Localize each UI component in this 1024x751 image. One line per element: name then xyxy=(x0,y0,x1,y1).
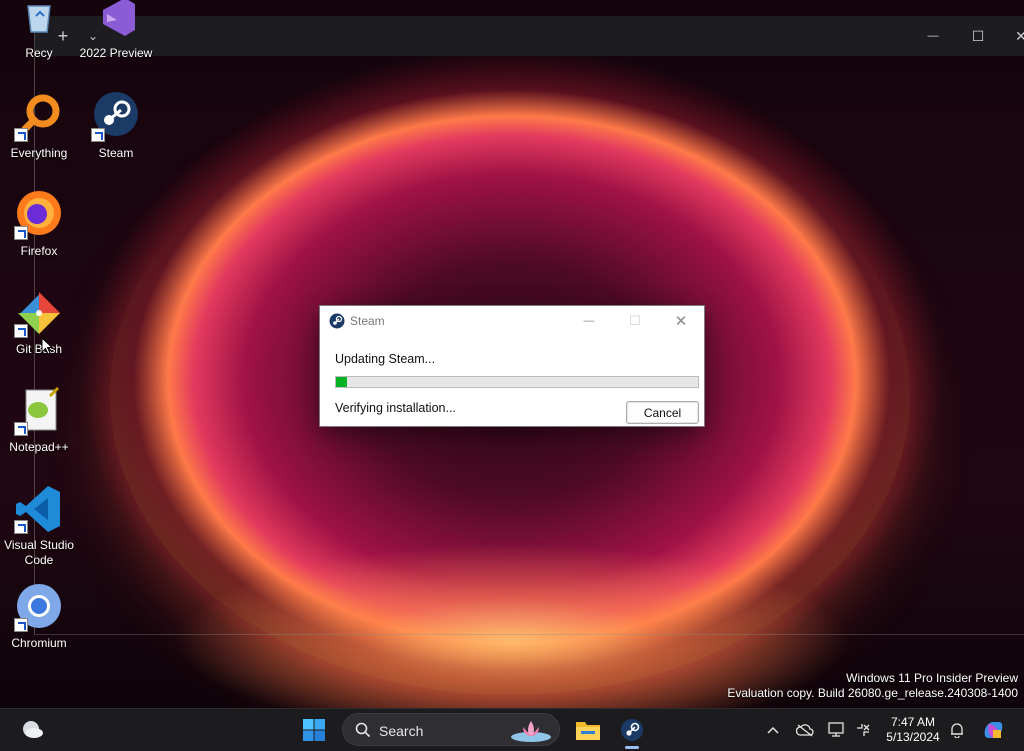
terminal-minimize-button[interactable]: — xyxy=(913,16,953,56)
desktop-icon-chromium[interactable]: Chromium xyxy=(2,582,76,651)
search-icon xyxy=(355,722,371,738)
weather-cloud-icon xyxy=(23,721,43,738)
onedrive-tray-button[interactable] xyxy=(792,709,818,751)
dialog-minimize-button[interactable]: — xyxy=(566,306,612,336)
shortcut-arrow-icon xyxy=(14,324,28,338)
firefox-icon xyxy=(14,190,64,240)
desktop-icon-label: Steam xyxy=(98,146,134,160)
clock-date: 5/13/2024 xyxy=(886,730,940,744)
desktop-icon-notepad-plus-plus[interactable]: Notepad++ xyxy=(2,386,76,455)
copilot-icon xyxy=(984,722,1003,738)
dialog-maximize-button: ☐ xyxy=(629,313,641,328)
chromium-icon xyxy=(14,582,64,632)
desktop-icon-label: Chromium xyxy=(11,636,67,650)
file-explorer-button[interactable] xyxy=(568,709,608,751)
copilot-button[interactable] xyxy=(978,709,1008,751)
shortcut-arrow-icon xyxy=(14,520,28,534)
shortcut-arrow-icon xyxy=(14,226,28,240)
taskbar: Search 7:47 AM 5/13/2024 xyxy=(0,708,1024,751)
terminal-close-button[interactable]: ✕ xyxy=(1001,16,1024,56)
shortcut-arrow-icon xyxy=(14,422,28,436)
desktop-icon-everything[interactable]: Everything xyxy=(2,92,76,161)
desktop-icon-label: Notepad++ xyxy=(9,440,69,454)
desktop-icon-vscode[interactable]: Visual Studio Code xyxy=(2,484,76,568)
shortcut-arrow-icon xyxy=(14,128,28,142)
desktop-icon-git-bash[interactable]: Git Bash xyxy=(2,288,76,357)
taskbar-search-box[interactable]: Search xyxy=(342,713,560,746)
visual-studio-icon xyxy=(91,0,141,42)
mouse-cursor-icon xyxy=(41,337,53,355)
notepad-plus-plus-icon xyxy=(14,386,64,436)
watermark-line-edition: Windows 11 Pro Insider Preview xyxy=(846,671,1018,685)
desktop-icon-recycle-bin[interactable]: Recy xyxy=(2,0,76,61)
dialog-titlebar[interactable]: Steam — ☐ ✕ xyxy=(320,306,704,336)
notification-bell-icon xyxy=(951,723,963,738)
weather-widget-button[interactable] xyxy=(12,709,52,751)
steam-icon xyxy=(621,719,643,741)
active-app-indicator xyxy=(625,746,639,749)
desktop-icon-label: Visual Studio Code xyxy=(4,538,74,567)
search-label: Search xyxy=(379,723,424,739)
desktop-icon-label: Recy xyxy=(25,46,53,60)
update-progress-bar xyxy=(335,376,699,388)
desktop-icon-label: 2022 Preview xyxy=(79,46,153,60)
terminal-maximize-button[interactable]: ☐ xyxy=(958,16,998,56)
progress-fill xyxy=(336,377,347,387)
display-icon xyxy=(828,722,844,737)
shortcut-arrow-icon xyxy=(14,618,28,632)
dialog-status-text: Verifying installation... xyxy=(335,401,456,415)
start-button[interactable] xyxy=(294,709,334,751)
search-highlight-lotus-icon xyxy=(511,721,551,742)
start-icon xyxy=(303,719,325,741)
desktop-icon-label: Firefox xyxy=(20,244,58,258)
taskbar-clock[interactable]: 7:47 AM 5/13/2024 xyxy=(880,715,946,745)
watermark-line-build: Evaluation copy. Build 26080.ge_release.… xyxy=(727,686,1018,700)
notifications-button[interactable] xyxy=(944,709,970,751)
onedrive-icon xyxy=(796,724,814,737)
vscode-icon xyxy=(14,484,64,534)
desktop-icon-firefox[interactable]: Firefox xyxy=(2,190,76,259)
terminal-titlebar[interactable]: + ⌄ — ☐ ✕ xyxy=(35,16,1024,56)
network-tray-button[interactable] xyxy=(850,709,876,751)
display-tray-button[interactable] xyxy=(824,709,850,751)
windows-watermark: Windows 11 Pro Insider Preview Evaluatio… xyxy=(727,671,1018,701)
tray-overflow-button[interactable] xyxy=(760,709,786,751)
everything-search-icon xyxy=(14,92,64,142)
steam-update-dialog: Steam — ☐ ✕ Updating Steam... Verifying … xyxy=(320,306,704,426)
shortcut-arrow-icon xyxy=(91,128,105,142)
file-explorer-icon xyxy=(576,722,600,740)
desktop-icon-label: Git Bash xyxy=(15,342,63,356)
cancel-button[interactable]: Cancel xyxy=(626,401,699,424)
recycle-bin-icon xyxy=(14,0,64,42)
dialog-title: Steam xyxy=(350,314,385,328)
desktop-icon-steam[interactable]: Steam xyxy=(79,92,153,161)
desktop-icon-visual-studio[interactable]: 2022 Preview xyxy=(79,0,153,61)
clock-time: 7:47 AM xyxy=(890,715,936,729)
dialog-close-button[interactable]: ✕ xyxy=(658,306,704,336)
git-bash-icon xyxy=(14,288,64,338)
steam-icon xyxy=(329,313,345,329)
steam-taskbar-button[interactable] xyxy=(612,709,652,751)
chevron-up-icon xyxy=(767,726,779,734)
steam-icon xyxy=(91,92,141,142)
desktop-icon-label: Everything xyxy=(10,146,68,160)
dialog-heading: Updating Steam... xyxy=(335,352,436,366)
network-icon xyxy=(857,724,870,736)
